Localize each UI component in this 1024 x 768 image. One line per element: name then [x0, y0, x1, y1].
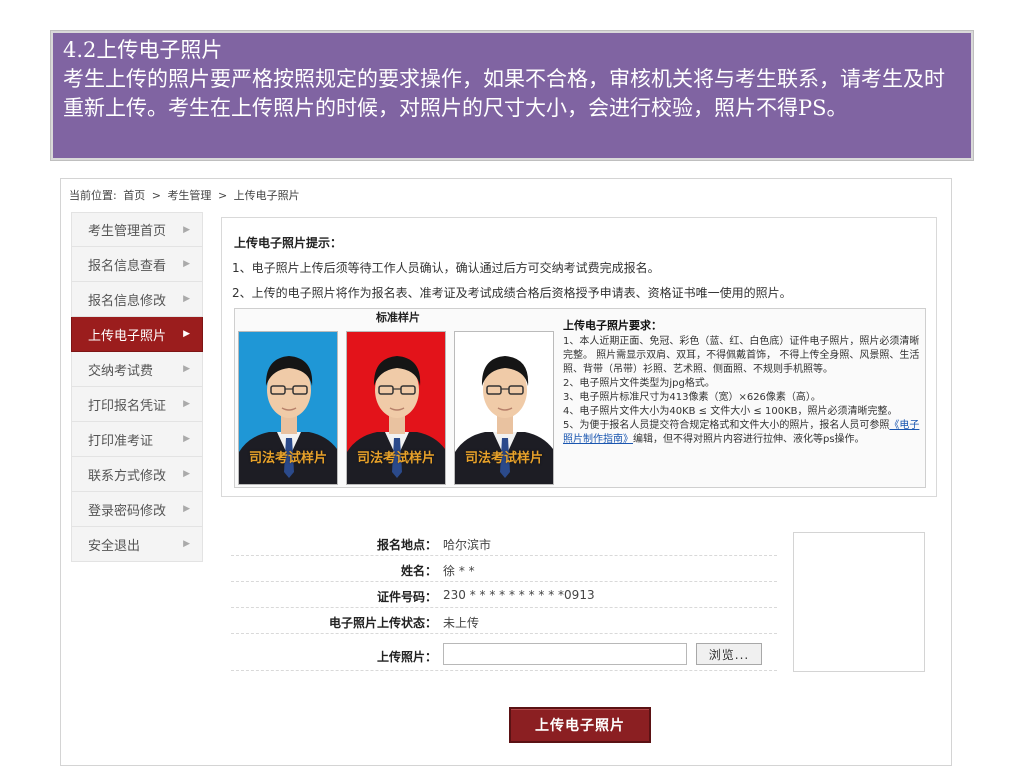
chevron-right-icon: ▶ [183, 224, 190, 235]
photo-file-input[interactable] [443, 643, 687, 665]
sidebar-item-home[interactable]: 考生管理首页 ▶ [71, 212, 203, 247]
caption-body: 考生上传的照片要严格按照规定的要求操作，如果不合格，审核机关将与考生联系，请考生… [63, 67, 945, 120]
breadcrumb-home[interactable]: 首页 [123, 189, 145, 202]
sidebar-item-label: 考生管理首页 [88, 224, 167, 239]
chevron-right-icon: ▶ [183, 504, 190, 514]
requirement-5-suffix: 编辑，但不得对照片内容进行拉伸、液化等ps操作。 [633, 434, 865, 445]
requirement-3: 3、电子照片标准尺寸为413像素（宽）×626像素（高）。 [563, 392, 821, 403]
id-number-value: 230 * * * * * * * * * *0913 [443, 588, 595, 602]
breadcrumb-candidate-management[interactable]: 考生管理 [167, 189, 211, 202]
notice-line-1: 1、电子照片上传后须等待工作人员确认，确认通过后方可交纳考试费完成报名。 [232, 261, 660, 275]
requirement-4: 4、电子照片文件大小为40KB ≤ 文件大小 ≤ 100KB，照片必须清晰完整。 [563, 406, 898, 417]
photo-preview-box [793, 532, 925, 672]
form-row-place: 报名地点： 哈尔滨市 [231, 530, 777, 556]
notice-line-2: 2、上传的电子照片将作为报名表、准考证及考试成绩合格后资格授予申请表、资格证书唯… [232, 286, 792, 300]
sample-photo-white: 司法考试样片 [454, 331, 554, 485]
place-label: 报名地点： [376, 538, 437, 552]
breadcrumb-separator: > [217, 189, 228, 202]
upload-photo-button[interactable]: 上传电子照片 [509, 707, 651, 743]
breadcrumb-label: 当前位置: [69, 189, 117, 202]
notice-title: 上传电子照片提示： [234, 236, 343, 250]
upload-photo-label: 上传照片： [376, 650, 437, 664]
form-row-photo: 上传照片： 浏览... [231, 637, 777, 671]
chevron-right-icon: ▶ [183, 294, 190, 304]
requirement-2: 2、电子照片文件类型为jpg格式。 [563, 378, 715, 389]
sidebar-item-label: 上传电子照片 [88, 328, 167, 344]
upload-notice-panel: 上传电子照片提示： 1、电子照片上传后须等待工作人员确认，确认通过后方可交纳考试… [221, 217, 937, 497]
sidebar-item-print-receipt[interactable]: 打印报名凭证 ▶ [71, 387, 203, 422]
sidebar-item-label: 报名信息查看 [88, 258, 167, 274]
sample-watermark: 司法考试样片 [356, 451, 435, 466]
photo-requirements: 上传电子照片要求： 1、本人近期正面、免冠、彩色（蓝、红、白色底）证件电子照片，… [563, 319, 925, 447]
chevron-right-icon: ▶ [183, 399, 190, 409]
sample-photo-red: 司法考试样片 [346, 331, 446, 485]
caption-title: 4.2上传电子照片 [63, 38, 223, 62]
breadcrumb-current: 上传电子照片 [233, 189, 300, 202]
upload-status-label: 电子照片上传状态： [328, 616, 437, 630]
name-label: 姓名： [400, 564, 437, 578]
sidebar-menu: 考生管理首页 ▶ 报名信息查看 ▶ 报名信息修改 ▶ 上传电子照片 ▶ 交纳考试费 ▶ 打… [71, 212, 203, 562]
sidebar-item-label: 交纳考试费 [88, 363, 154, 379]
chevron-right-icon: ▶ [183, 329, 190, 339]
sidebar-item-label: 联系方式修改 [88, 468, 167, 484]
breadcrumb-separator: > [151, 189, 161, 202]
chevron-right-icon: ▶ [183, 434, 190, 444]
sample-watermark: 司法考试样片 [248, 451, 327, 466]
sidebar-item-logout[interactable]: 安全退出 ▶ [71, 527, 203, 562]
sidebar-item-change-password[interactable]: 登录密码修改 ▶ [71, 492, 203, 527]
sidebar-item-edit-contact[interactable]: 联系方式修改 ▶ [71, 457, 203, 492]
form-row-id: 证件号码： 230 * * * * * * * * * *0913 [231, 582, 777, 608]
sample-photo-box: 标准样片 司法考试样片 司法考试样片 司法考试样片 上传电子照片要求： 1、本人… [234, 308, 926, 488]
sidebar-item-print-admission[interactable]: 打印准考证 ▶ [71, 422, 203, 457]
chevron-right-icon: ▶ [183, 259, 190, 269]
chevron-right-icon: ▶ [183, 469, 190, 479]
sample-photo-blue: 司法考试样片 [238, 331, 338, 485]
requirement-5-prefix: 5、为便于报名人员提交符合规定格式和文件大小的照片，报名人员可参照 [563, 420, 890, 431]
sidebar-item-label: 打印准考证 [88, 433, 154, 449]
form-row-name: 姓名： 徐 * * [231, 556, 777, 582]
browse-button[interactable]: 浏览... [696, 643, 762, 665]
chevron-right-icon: ▶ [183, 364, 190, 374]
upload-form: 报名地点： 哈尔滨市 姓名： 徐 * * 证件号码： 230 * * * * *… [221, 524, 937, 684]
requirement-5: 5、为便于报名人员提交符合规定格式和文件大小的照片，报名人员可参照《电子照片制作… [563, 419, 925, 447]
sample-watermark: 司法考试样片 [464, 451, 543, 466]
breadcrumb: 当前位置: 首页 > 考生管理 > 上传电子照片 [69, 187, 303, 203]
chevron-right-icon: ▶ [183, 539, 190, 549]
sidebar-item-pay-fee[interactable]: 交纳考试费 ▶ [71, 352, 203, 387]
requirement-1: 1、本人近期正面、免冠、彩色（蓝、红、白色底）证件电子照片，照片必须清晰完整。 … [563, 336, 920, 375]
sidebar-item-label: 打印报名凭证 [88, 398, 167, 414]
form-row-status: 电子照片上传状态： 未上传 [231, 608, 777, 634]
app-screenshot: 当前位置: 首页 > 考生管理 > 上传电子照片 考生管理首页 ▶ 报名信息查看 ▶… [60, 178, 952, 766]
slide-caption: 4.2上传电子照片 考生上传的照片要严格按照规定的要求操作，如果不合格，审核机关… [51, 31, 973, 160]
name-value: 徐 * * [443, 564, 475, 578]
sample-header: 标准样片 [376, 311, 420, 324]
sidebar-item-edit-registration[interactable]: 报名信息修改 ▶ [71, 282, 203, 317]
id-number-label: 证件号码： [376, 590, 437, 604]
upload-status-value: 未上传 [443, 616, 480, 630]
requirements-title: 上传电子照片要求： [563, 319, 662, 332]
place-value: 哈尔滨市 [443, 538, 492, 552]
sidebar-item-upload-photo[interactable]: 上传电子照片 ▶ [71, 317, 203, 352]
sidebar-item-view-registration[interactable]: 报名信息查看 ▶ [71, 247, 203, 282]
sidebar-item-label: 报名信息修改 [88, 293, 167, 309]
sidebar-item-label: 登录密码修改 [88, 503, 167, 519]
sidebar-item-label: 安全退出 [88, 538, 141, 554]
